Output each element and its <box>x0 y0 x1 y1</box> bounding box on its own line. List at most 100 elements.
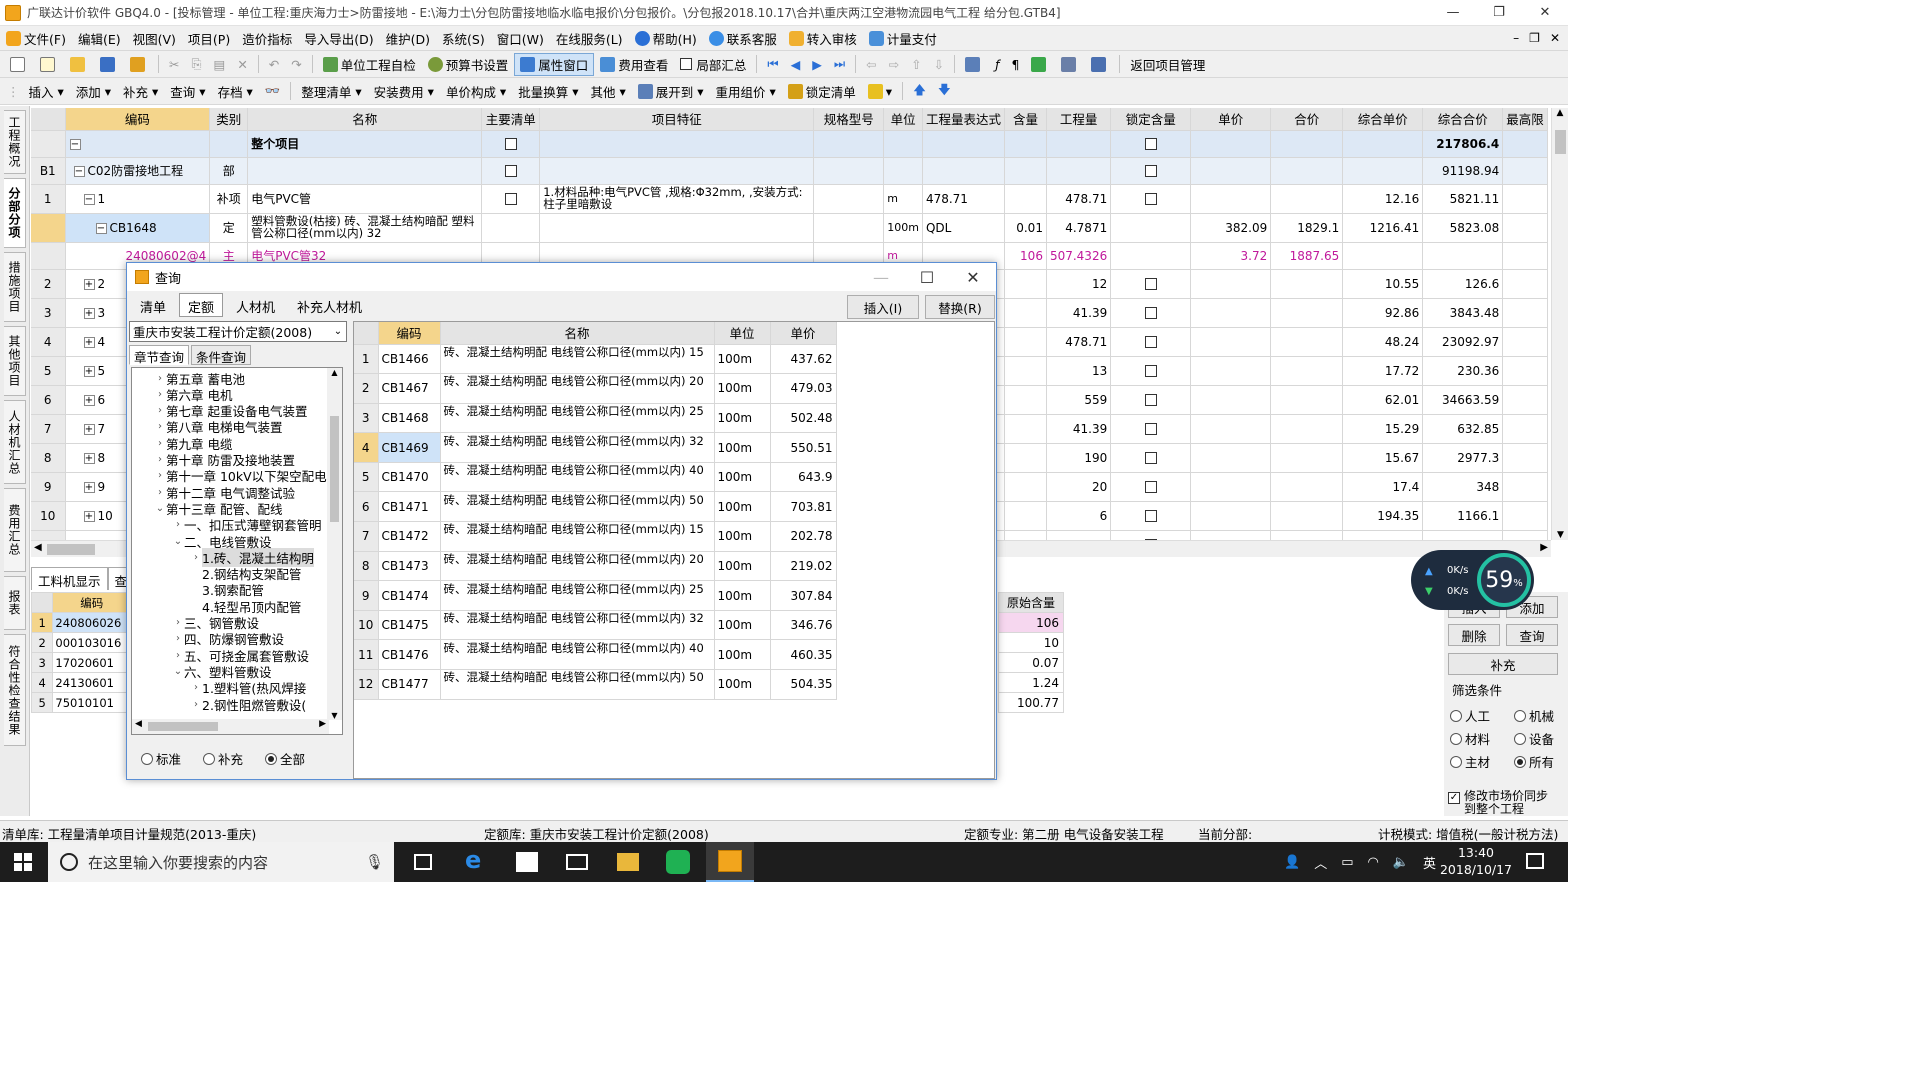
max-limit-cell[interactable] <box>1502 530 1548 540</box>
tab-measures[interactable]: 措施项目 <box>4 252 26 322</box>
self-check-button[interactable]: 单位工程自检 <box>317 53 422 76</box>
max-limit-cell[interactable] <box>1502 157 1548 185</box>
row-number[interactable]: 1 <box>354 344 379 375</box>
batch-convert-dropdown[interactable]: 批量换算 ▾ <box>512 80 584 103</box>
ratio-cell[interactable] <box>1004 530 1047 540</box>
quota-price-cell[interactable]: 643.9 <box>770 462 837 493</box>
row-number[interactable]: 10 <box>354 610 379 641</box>
original-qty-cell[interactable]: 10 <box>998 632 1064 653</box>
composite-total-cell[interactable]: 1166.1 <box>1422 501 1504 531</box>
row-number[interactable]: 9 <box>354 580 379 611</box>
move-up-icon[interactable]: ⇧ <box>905 53 927 76</box>
quota-price-cell[interactable]: 502.48 <box>770 403 837 434</box>
quota-row[interactable]: 1 CB1466 砖、混凝土结构明配 电线管公称口径(mm以内) 15 100m 437… <box>354 344 837 375</box>
expand-toggle-icon[interactable]: + <box>83 278 95 290</box>
quota-row[interactable]: 4 CB1469 砖、混凝土结构明配 电线管公称口径(mm以内) 32 100m 550… <box>354 432 837 463</box>
quota-name-cell[interactable]: 砖、混凝土结构明配 电线管公称口径(mm以内) 20 <box>440 373 715 404</box>
ratio-cell[interactable] <box>1004 157 1047 185</box>
quota-unit-cell[interactable]: 100m <box>714 373 771 404</box>
quota-unit-cell[interactable]: 100m <box>714 639 771 671</box>
move-right-icon[interactable]: ⇨ <box>883 53 905 76</box>
expand-toggle-icon[interactable]: + <box>83 394 95 406</box>
quota-row[interactable]: 8 CB1473 砖、混凝土结构暗配 电线管公称口径(mm以内) 20 100m 219… <box>354 551 837 582</box>
total-cell[interactable] <box>1270 356 1344 386</box>
price-cell[interactable] <box>1190 501 1272 531</box>
unit-cell[interactable] <box>883 130 923 158</box>
reuse-pricing-dropdown[interactable]: 重用组价 ▾ <box>710 80 782 103</box>
main-col-header[interactable]: 含量 <box>1004 108 1047 131</box>
name-cell[interactable]: 整个项目 <box>247 130 483 158</box>
tree-node[interactable]: › 第十二章 电气调整试验 <box>154 484 295 501</box>
quota-row[interactable]: 2 CB1467 砖、混凝土结构明配 电线管公称口径(mm以内) 20 100m 479… <box>354 373 837 404</box>
composite-total-cell[interactable]: 230.36 <box>1422 356 1504 386</box>
table-row[interactable]: − CB1648 定塑料管敷设(枯接) 砖、混凝土结构暗配 塑料管公称口径(mm以内… <box>31 213 1548 243</box>
dialog-maximize-button[interactable]: ☐ <box>904 263 950 291</box>
composite-price-cell[interactable] <box>1342 157 1424 185</box>
new-project-icon[interactable] <box>34 53 64 76</box>
row-number[interactable]: 7 <box>354 521 379 552</box>
qty-cell[interactable]: 41.39 <box>1046 414 1112 444</box>
ratio-cell[interactable] <box>1004 472 1047 502</box>
price-cell[interactable] <box>1190 157 1272 185</box>
price-cell[interactable] <box>1190 184 1272 214</box>
composite-price-cell[interactable]: 185.25 <box>1342 530 1424 540</box>
lock-ratio-checkbox[interactable] <box>1144 452 1157 464</box>
main-col-header[interactable] <box>31 108 66 131</box>
quota-name-cell[interactable]: 砖、混凝土结构暗配 电线管公称口径(mm以内) 40 <box>440 639 715 671</box>
material-code-cell[interactable]: 75010101 <box>52 692 131 713</box>
quota-name-cell[interactable]: 砖、混凝土结构明配 电线管公称口径(mm以内) 40 <box>440 462 715 493</box>
tree-node[interactable]: › 五、可挠金属套管敷设 <box>172 647 309 664</box>
lock-ratio-checkbox[interactable] <box>1144 481 1157 493</box>
tree-expand-icon[interactable]: › <box>190 682 202 693</box>
table-row[interactable]: 100.77 <box>998 692 1064 713</box>
quota-row[interactable]: 3 CB1468 砖、混凝土结构明配 电线管公称口径(mm以内) 25 100m 502… <box>354 403 837 434</box>
qty-cell[interactable]: 507.4326 <box>1046 242 1112 270</box>
save-all-icon[interactable] <box>124 53 154 76</box>
open-folder-icon[interactable] <box>64 53 94 76</box>
quota-unit-cell[interactable]: 100m <box>714 491 771 523</box>
lock-ratio-cell[interactable] <box>1110 443 1192 473</box>
windows-start-icon[interactable] <box>14 853 32 871</box>
qty-cell[interactable]: 20 <box>1046 472 1112 502</box>
expand-toggle-icon[interactable]: − <box>95 222 107 234</box>
quota-price-cell[interactable]: 437.62 <box>770 344 837 375</box>
composite-total-cell[interactable]: 5823.08 <box>1422 213 1504 243</box>
composite-price-cell[interactable]: 194.35 <box>1342 501 1424 531</box>
cut-icon[interactable]: ✂ <box>163 53 185 76</box>
lock-ratio-checkbox[interactable] <box>1144 365 1157 377</box>
qty-cell[interactable]: 6 <box>1046 501 1112 531</box>
ime-indicator[interactable]: 英 <box>1423 853 1436 872</box>
composite-total-cell[interactable]: 632.85 <box>1422 414 1504 444</box>
tree-expand-icon[interactable]: › <box>154 373 166 384</box>
partial-summary-button[interactable]: 局部汇总 <box>674 53 752 76</box>
partial-summary-checkbox[interactable] <box>680 58 693 70</box>
microphone-icon[interactable]: 🎙 <box>365 853 384 871</box>
tree-node[interactable]: › 一、扣压式薄壁钢套管明 <box>172 517 322 533</box>
subtab-condition-query[interactable]: 条件查询 <box>191 345 252 365</box>
quota-name-cell[interactable]: 砖、混凝土结构明配 电线管公称口径(mm以内) 32 <box>440 432 715 463</box>
total-cell[interactable] <box>1270 385 1344 415</box>
feature-cell[interactable] <box>539 213 815 243</box>
paste-icon[interactable]: ▤ <box>208 53 232 76</box>
original-qty-cell[interactable]: 106 <box>998 612 1064 633</box>
unit-cell[interactable]: 100m <box>883 213 923 243</box>
price-cell[interactable] <box>1190 130 1272 158</box>
main-col-header[interactable]: 单位 <box>883 108 923 131</box>
composite-price-cell[interactable]: 15.29 <box>1342 414 1424 444</box>
lock-ratio-checkbox[interactable] <box>1144 510 1157 522</box>
main-col-header[interactable]: 单价 <box>1190 108 1272 131</box>
code-cell[interactable]: − CB1648 <box>65 213 211 243</box>
notification-icon[interactable] <box>1526 853 1544 869</box>
main-col-header[interactable]: 项目特征 <box>539 108 815 131</box>
composite-price-cell[interactable]: 92.86 <box>1342 298 1424 328</box>
quota-row[interactable]: 10 CB1475 砖、混凝土结构暗配 电线管公称口径(mm以内) 32 100m 34… <box>354 610 837 641</box>
quota-name-cell[interactable]: 砖、混凝土结构暗配 电线管公称口径(mm以内) 50 <box>440 669 715 700</box>
install-fee-dropdown[interactable]: 安装费用 ▾ <box>368 80 440 103</box>
composite-total-cell[interactable]: 23092.97 <box>1422 327 1504 357</box>
dialog-close-button[interactable]: ✕ <box>950 263 996 291</box>
composite-total-cell[interactable] <box>1422 242 1504 270</box>
main-col-header[interactable]: 锁定含量 <box>1110 108 1192 131</box>
price-cell[interactable] <box>1190 443 1272 473</box>
composite-price-cell[interactable]: 48.24 <box>1342 327 1424 357</box>
filter-labor-radio[interactable]: 人工 <box>1450 706 1490 725</box>
